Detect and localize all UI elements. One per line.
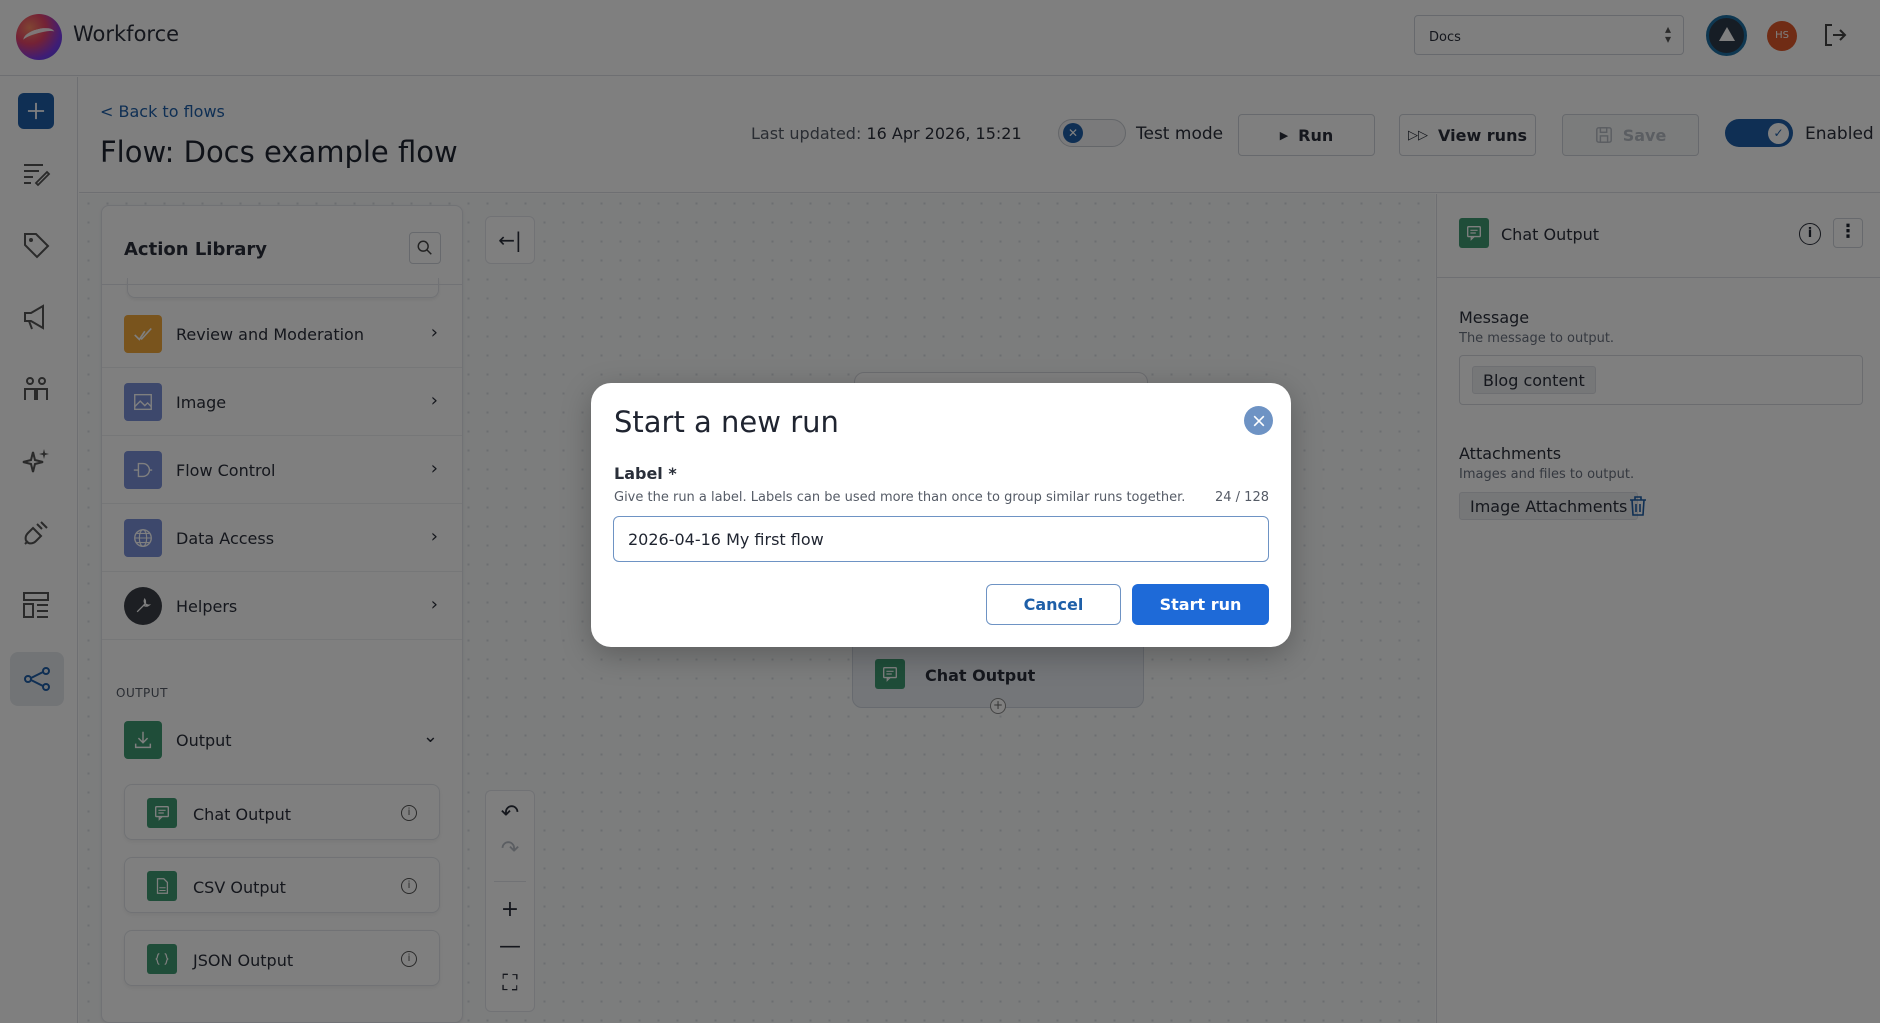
label-field-help: Give the run a label. Labels can be used… xyxy=(614,490,1186,505)
modal-title: Start a new run xyxy=(614,405,839,439)
run-label-input[interactable] xyxy=(613,516,1269,562)
close-icon xyxy=(1253,415,1264,426)
close-button[interactable] xyxy=(1244,406,1273,435)
cancel-button[interactable]: Cancel xyxy=(986,584,1121,625)
start-run-modal: Start a new run Label * Give the run a l… xyxy=(591,383,1291,647)
start-run-button[interactable]: Start run xyxy=(1132,584,1269,625)
label-char-count: 24 / 128 xyxy=(1215,490,1269,505)
label-field-label: Label * xyxy=(614,464,677,483)
